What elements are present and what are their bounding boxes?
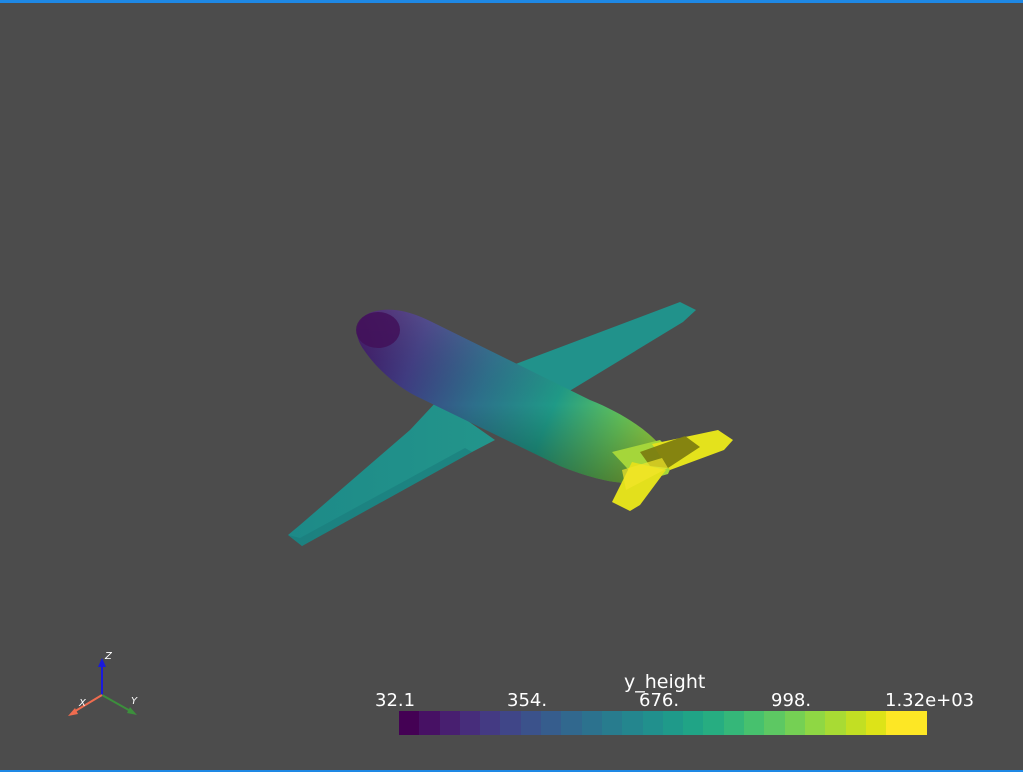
scalar-bar-color-cell <box>561 711 582 735</box>
scalar-bar-color-cell <box>865 711 887 735</box>
scalar-bar-color-cell <box>520 711 542 735</box>
scalar-bar-color-cell <box>419 711 440 735</box>
scalar-bar-color-cell <box>581 711 602 735</box>
scalar-bar-color-cell <box>744 711 765 735</box>
scalar-bar-color-cell <box>480 711 501 735</box>
scalar-bar-color-cell <box>845 711 866 735</box>
scalar-bar: y_height 32.1 354. 676. 998. 1.32e+03 <box>370 671 990 741</box>
scalar-bar-tick-1: 354. <box>507 690 548 711</box>
orientation-axes: Z Y X <box>60 649 150 729</box>
scalar-bar-tick-3: 998. <box>771 690 812 711</box>
airplane-mesh <box>288 302 733 546</box>
y-axis-arrow-icon <box>127 707 137 715</box>
x-axis-line <box>71 694 103 714</box>
scalar-bar-color-cell <box>784 711 805 735</box>
scalar-bar-color-cell <box>703 711 724 735</box>
y-axis-label: Y <box>131 696 138 707</box>
scalar-bar-color-cell <box>500 711 521 735</box>
scalar-bar-color-cell <box>399 711 420 735</box>
render-view[interactable]: Z Y X y_height 32.1 354. 676. 998. 1.32e… <box>0 3 1023 770</box>
x-axis-label: X <box>79 698 86 709</box>
scalar-bar-color-cell <box>764 711 785 735</box>
scalar-bar-color-cell <box>723 711 745 735</box>
scalar-bar-color-cell <box>459 711 481 735</box>
scalar-bar-color-cell <box>804 711 826 735</box>
scalar-bar-tick-0: 32.1 <box>375 690 416 711</box>
scalar-bar-color-cell <box>642 711 663 735</box>
scalar-bar-color-cell <box>622 711 643 735</box>
scalar-bar-color-cell <box>439 711 460 735</box>
scalar-bar-color-cell <box>662 711 684 735</box>
scalar-bar-color-strip <box>399 711 927 735</box>
scalar-bar-color-cell <box>541 711 562 735</box>
scalar-bar-color-cell <box>906 711 927 735</box>
scalar-bar-tick-4: 1.32e+03 <box>885 690 975 711</box>
left-wing <box>288 400 495 546</box>
nose-cone <box>356 312 400 348</box>
scalar-bar-tick-2: 676. <box>639 690 680 711</box>
scalar-bar-color-cell <box>825 711 846 735</box>
scalar-bar-color-cell <box>601 711 623 735</box>
scalar-bar-color-cell <box>683 711 704 735</box>
z-axis-label: Z <box>105 651 112 662</box>
scalar-bar-color-cell <box>886 711 907 735</box>
